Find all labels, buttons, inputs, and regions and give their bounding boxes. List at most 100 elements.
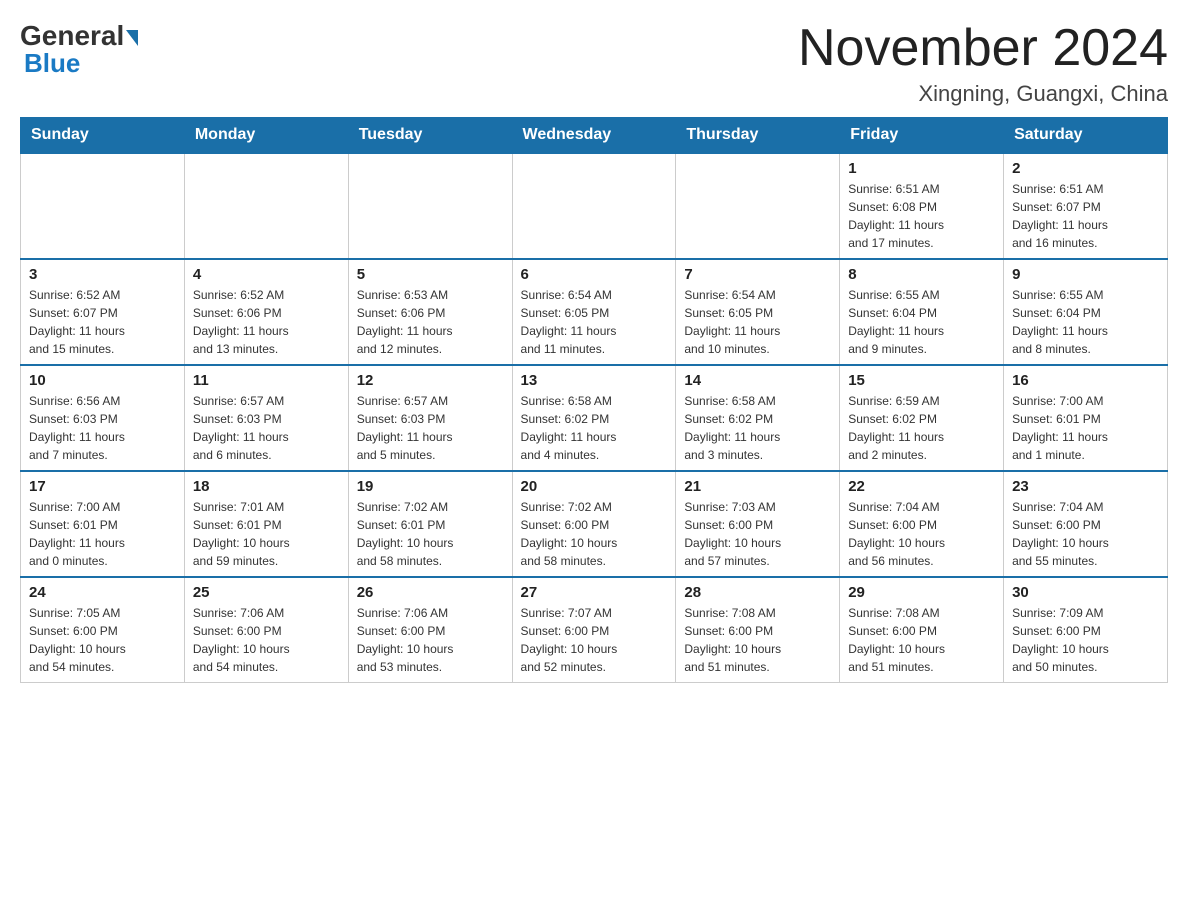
day-cell: 30 Sunrise: 7:09 AM Sunset: 6:00 PM Dayli… — [1004, 577, 1168, 683]
day-cell: 22 Sunrise: 7:04 AM Sunset: 6:00 PM Dayli… — [840, 471, 1004, 577]
day-info: Sunrise: 7:08 AM Sunset: 6:00 PM Dayligh… — [684, 604, 831, 676]
week-row-2: 3 Sunrise: 6:52 AM Sunset: 6:07 PM Daylig… — [21, 259, 1168, 365]
column-header-saturday: Saturday — [1004, 118, 1168, 154]
week-row-4: 17 Sunrise: 7:00 AM Sunset: 6:01 PM Dayli… — [21, 471, 1168, 577]
title-section: November 2024 Xingning, Guangxi, China — [798, 20, 1168, 107]
day-number: 22 — [848, 478, 995, 495]
day-cell: 16 Sunrise: 7:00 AM Sunset: 6:01 PM Dayli… — [1004, 365, 1168, 471]
week-row-1: 1 Sunrise: 6:51 AM Sunset: 6:08 PM Daylig… — [21, 153, 1168, 259]
column-header-wednesday: Wednesday — [512, 118, 676, 154]
page-header: General Blue November 2024 Xingning, Gua… — [20, 20, 1168, 107]
day-cell: 25 Sunrise: 7:06 AM Sunset: 6:00 PM Dayli… — [184, 577, 348, 683]
day-info: Sunrise: 6:57 AM Sunset: 6:03 PM Dayligh… — [193, 392, 340, 464]
day-number: 3 — [29, 266, 176, 283]
day-number: 17 — [29, 478, 176, 495]
column-header-thursday: Thursday — [676, 118, 840, 154]
day-cell: 21Sunrise: 7:03 AM Sunset: 6:00 PM Dayli… — [676, 471, 840, 577]
day-number: 2 — [1012, 160, 1159, 177]
day-cell: 29 Sunrise: 7:08 AM Sunset: 6:00 PM Dayli… — [840, 577, 1004, 683]
day-info: Sunrise: 7:04 AM Sunset: 6:00 PM Dayligh… — [1012, 498, 1159, 570]
day-info: Sunrise: 6:57 AM Sunset: 6:03 PM Dayligh… — [357, 392, 504, 464]
day-cell — [184, 153, 348, 259]
day-info: Sunrise: 6:58 AM Sunset: 6:02 PM Dayligh… — [521, 392, 668, 464]
day-info: Sunrise: 7:03 AM Sunset: 6:00 PM Dayligh… — [684, 498, 831, 570]
day-cell: 9 Sunrise: 6:55 AM Sunset: 6:04 PM Daylig… — [1004, 259, 1168, 365]
day-number: 9 — [1012, 266, 1159, 283]
logo: General Blue — [20, 20, 138, 79]
day-number: 11 — [193, 372, 340, 389]
day-info: Sunrise: 7:00 AM Sunset: 6:01 PM Dayligh… — [1012, 392, 1159, 464]
day-number: 1 — [848, 160, 995, 177]
day-info: Sunrise: 6:55 AM Sunset: 6:04 PM Dayligh… — [848, 286, 995, 358]
day-cell: 17 Sunrise: 7:00 AM Sunset: 6:01 PM Dayli… — [21, 471, 185, 577]
day-info: Sunrise: 7:08 AM Sunset: 6:00 PM Dayligh… — [848, 604, 995, 676]
day-number: 27 — [521, 584, 668, 601]
day-info: Sunrise: 6:58 AM Sunset: 6:02 PM Dayligh… — [684, 392, 831, 464]
day-number: 28 — [684, 584, 831, 601]
day-cell: 14 Sunrise: 6:58 AM Sunset: 6:02 PM Dayli… — [676, 365, 840, 471]
day-info: Sunrise: 6:51 AM Sunset: 6:07 PM Dayligh… — [1012, 180, 1159, 252]
day-cell: 7Sunrise: 6:54 AM Sunset: 6:05 PM Daylig… — [676, 259, 840, 365]
day-cell: 19Sunrise: 7:02 AM Sunset: 6:01 PM Dayli… — [348, 471, 512, 577]
day-number: 18 — [193, 478, 340, 495]
day-info: Sunrise: 6:59 AM Sunset: 6:02 PM Dayligh… — [848, 392, 995, 464]
day-number: 5 — [357, 266, 504, 283]
day-number: 29 — [848, 584, 995, 601]
column-header-sunday: Sunday — [21, 118, 185, 154]
day-info: Sunrise: 6:53 AM Sunset: 6:06 PM Dayligh… — [357, 286, 504, 358]
day-cell: 26Sunrise: 7:06 AM Sunset: 6:00 PM Dayli… — [348, 577, 512, 683]
day-info: Sunrise: 7:02 AM Sunset: 6:00 PM Dayligh… — [521, 498, 668, 570]
day-cell: 18 Sunrise: 7:01 AM Sunset: 6:01 PM Dayli… — [184, 471, 348, 577]
day-info: Sunrise: 7:00 AM Sunset: 6:01 PM Dayligh… — [29, 498, 176, 570]
day-cell: 15 Sunrise: 6:59 AM Sunset: 6:02 PM Dayli… — [840, 365, 1004, 471]
day-number: 13 — [521, 372, 668, 389]
day-cell: 11 Sunrise: 6:57 AM Sunset: 6:03 PM Dayli… — [184, 365, 348, 471]
week-row-3: 10 Sunrise: 6:56 AM Sunset: 6:03 PM Dayli… — [21, 365, 1168, 471]
day-cell: 27Sunrise: 7:07 AM Sunset: 6:00 PM Dayli… — [512, 577, 676, 683]
day-number: 4 — [193, 266, 340, 283]
day-cell: 10 Sunrise: 6:56 AM Sunset: 6:03 PM Dayli… — [21, 365, 185, 471]
week-row-5: 24Sunrise: 7:05 AM Sunset: 6:00 PM Dayli… — [21, 577, 1168, 683]
day-number: 15 — [848, 372, 995, 389]
day-cell: 3 Sunrise: 6:52 AM Sunset: 6:07 PM Daylig… — [21, 259, 185, 365]
day-info: Sunrise: 6:54 AM Sunset: 6:05 PM Dayligh… — [521, 286, 668, 358]
day-number: 8 — [848, 266, 995, 283]
day-cell: 8 Sunrise: 6:55 AM Sunset: 6:04 PM Daylig… — [840, 259, 1004, 365]
day-number: 30 — [1012, 584, 1159, 601]
day-number: 10 — [29, 372, 176, 389]
month-title: November 2024 — [798, 20, 1168, 77]
day-number: 19 — [357, 478, 504, 495]
day-info: Sunrise: 6:56 AM Sunset: 6:03 PM Dayligh… — [29, 392, 176, 464]
day-cell: 23Sunrise: 7:04 AM Sunset: 6:00 PM Dayli… — [1004, 471, 1168, 577]
column-header-friday: Friday — [840, 118, 1004, 154]
day-number: 7 — [684, 266, 831, 283]
day-info: Sunrise: 7:06 AM Sunset: 6:00 PM Dayligh… — [193, 604, 340, 676]
day-cell — [348, 153, 512, 259]
day-cell: 24Sunrise: 7:05 AM Sunset: 6:00 PM Dayli… — [21, 577, 185, 683]
day-number: 25 — [193, 584, 340, 601]
day-number: 14 — [684, 372, 831, 389]
day-info: Sunrise: 6:52 AM Sunset: 6:06 PM Dayligh… — [193, 286, 340, 358]
day-number: 24 — [29, 584, 176, 601]
day-info: Sunrise: 7:01 AM Sunset: 6:01 PM Dayligh… — [193, 498, 340, 570]
day-info: Sunrise: 7:06 AM Sunset: 6:00 PM Dayligh… — [357, 604, 504, 676]
day-cell: 6 Sunrise: 6:54 AM Sunset: 6:05 PM Daylig… — [512, 259, 676, 365]
day-info: Sunrise: 6:52 AM Sunset: 6:07 PM Dayligh… — [29, 286, 176, 358]
day-cell: 4 Sunrise: 6:52 AM Sunset: 6:06 PM Daylig… — [184, 259, 348, 365]
logo-arrow-icon — [126, 30, 138, 46]
day-cell: 2 Sunrise: 6:51 AM Sunset: 6:07 PM Daylig… — [1004, 153, 1168, 259]
day-cell: 1 Sunrise: 6:51 AM Sunset: 6:08 PM Daylig… — [840, 153, 1004, 259]
day-number: 20 — [521, 478, 668, 495]
day-number: 16 — [1012, 372, 1159, 389]
day-info: Sunrise: 6:55 AM Sunset: 6:04 PM Dayligh… — [1012, 286, 1159, 358]
day-cell: 20 Sunrise: 7:02 AM Sunset: 6:00 PM Dayli… — [512, 471, 676, 577]
column-header-tuesday: Tuesday — [348, 118, 512, 154]
day-info: Sunrise: 7:09 AM Sunset: 6:00 PM Dayligh… — [1012, 604, 1159, 676]
day-info: Sunrise: 6:51 AM Sunset: 6:08 PM Dayligh… — [848, 180, 995, 252]
column-header-monday: Monday — [184, 118, 348, 154]
day-number: 6 — [521, 266, 668, 283]
day-info: Sunrise: 7:04 AM Sunset: 6:00 PM Dayligh… — [848, 498, 995, 570]
day-number: 12 — [357, 372, 504, 389]
day-cell: 28 Sunrise: 7:08 AM Sunset: 6:00 PM Dayli… — [676, 577, 840, 683]
day-cell — [512, 153, 676, 259]
